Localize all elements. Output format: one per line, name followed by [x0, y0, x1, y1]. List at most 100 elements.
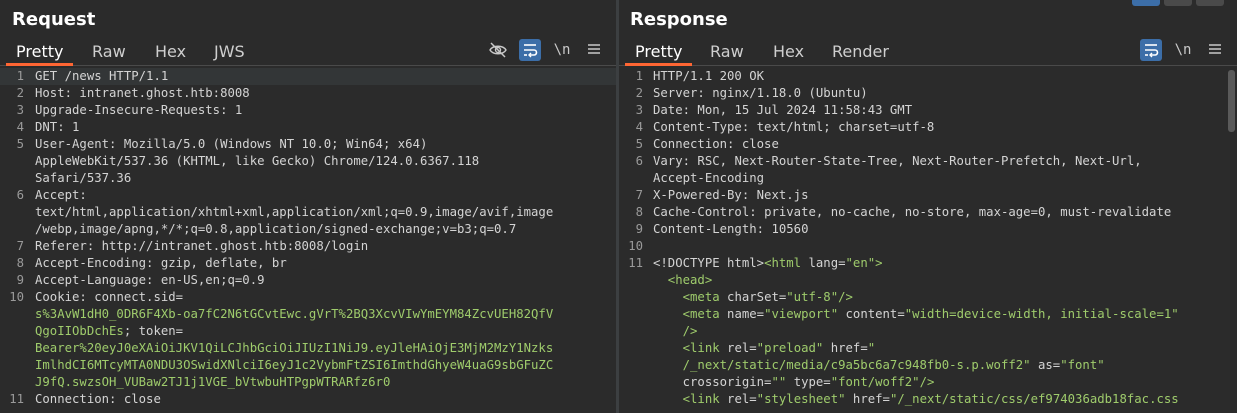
- code-line: 5 User-Agent: Mozilla/5.0 (Windows NT 10.…: [0, 136, 616, 153]
- tab-jws[interactable]: JWS: [214, 42, 245, 61]
- code-token: s%3AvW1dH0_0DR6F4Xb-oa7fC2N6tGCvtEwc.gVr…: [35, 307, 554, 321]
- code-token: text/html,application/xhtml+xml,applicat…: [35, 205, 554, 219]
- code-line: />: [619, 323, 1237, 340]
- line-text: <meta name="viewport" content="width=dev…: [653, 306, 1179, 323]
- request-editor[interactable]: 1 GET /news HTTP/1.1 2 Host: intranet.ghost…: [0, 68, 616, 413]
- code-line: 6 Accept:: [0, 187, 616, 204]
- code-token: Connection:: [653, 137, 742, 151]
- code-token: <meta: [653, 307, 728, 321]
- line-number: 1: [16, 69, 24, 83]
- code-token: private, no-cache, no-store, max-age=0, …: [764, 205, 1172, 219]
- tab-raw[interactable]: Raw: [92, 42, 126, 61]
- code-token: Cache-Control:: [653, 205, 765, 219]
- code-line: 2 Server: nginx/1.18.0 (Ubuntu): [619, 85, 1237, 102]
- eye-slash-icon[interactable]: [487, 39, 509, 61]
- line-number: 11: [9, 392, 24, 406]
- line-text: Accept-Encoding: [653, 170, 764, 187]
- line-text: <link rel="stylesheet" href="/_next/stat…: [653, 391, 1179, 408]
- layout-single-button[interactable]: [1196, 0, 1224, 6]
- code-token: Vary:: [653, 154, 698, 168]
- code-line: <head>: [619, 272, 1237, 289]
- code-line: 9 Content-Length: 10560: [619, 221, 1237, 238]
- response-pane: Response Pretty Raw Hex Render \n 1 HTTP/…: [619, 0, 1237, 413]
- menu-icon[interactable]: [583, 39, 605, 61]
- code-token: text/html; charset=utf-8: [756, 120, 935, 134]
- code-token: Next.js: [756, 188, 809, 202]
- code-token: type=: [793, 375, 831, 389]
- line-number: 2: [635, 86, 643, 100]
- response-editor[interactable]: 1 HTTP/1.1 200 OK 2 Server: nginx/1.18.0 (U…: [619, 68, 1237, 413]
- request-tabs: Pretty Raw Hex JWS \n: [0, 39, 616, 66]
- code-token: />: [838, 290, 853, 304]
- code-line: 10 Cookie: connect.sid=: [0, 289, 616, 306]
- code-token: "font": [1060, 358, 1105, 372]
- line-text: QgoIIObDchEs; token=: [35, 323, 183, 340]
- active-tab-indicator: [625, 63, 692, 66]
- code-line: 2 Host: intranet.ghost.htb:8008: [0, 85, 616, 102]
- newline-toggle[interactable]: \n: [551, 39, 573, 61]
- code-token: Accept-Encoding: [653, 171, 765, 185]
- newline-toggle[interactable]: \n: [1172, 39, 1194, 61]
- code-token: "en": [845, 256, 876, 270]
- code-line: QgoIIObDchEs; token=: [0, 323, 616, 340]
- line-text: Accept:: [35, 187, 87, 204]
- code-token: Accept:: [35, 188, 87, 202]
- line-number: 3: [635, 103, 643, 117]
- code-line: 10: [619, 238, 1237, 255]
- line-text: AppleWebKit/537.36 (KHTML, like Gecko) C…: [35, 153, 479, 170]
- tab-hex[interactable]: Hex: [155, 42, 186, 61]
- code-token: Host:: [35, 86, 80, 100]
- code-token: Content-Type:: [653, 120, 757, 134]
- code-line: 11 <!DOCTYPE html><html lang="en">: [619, 255, 1237, 272]
- line-number: 10: [628, 239, 643, 253]
- code-token: Mozilla/5.0 (Windows NT 10.0; Win64; x64…: [123, 137, 428, 151]
- code-token: User-Agent:: [35, 137, 124, 151]
- tab-raw[interactable]: Raw: [710, 42, 744, 61]
- code-token: charSet=: [727, 290, 787, 304]
- code-line: Safari/537.36: [0, 170, 616, 187]
- line-text: DNT: 1: [35, 119, 79, 136]
- tab-render[interactable]: Render: [832, 42, 889, 61]
- layout-split-button[interactable]: [1132, 0, 1160, 6]
- code-token: Server:: [653, 86, 713, 100]
- layout-horizontal-button[interactable]: [1164, 0, 1192, 6]
- line-number: 4: [16, 120, 24, 134]
- code-token: "utf-8": [786, 290, 839, 304]
- line-text: Date: Mon, 15 Jul 2024 11:58:43 GMT: [653, 102, 912, 119]
- code-token: content=: [845, 307, 905, 321]
- line-number: 6: [635, 154, 643, 168]
- line-number: 8: [16, 256, 24, 270]
- tab-hex[interactable]: Hex: [773, 42, 804, 61]
- wrap-icon[interactable]: [1140, 39, 1162, 61]
- tab-pretty[interactable]: Pretty: [635, 42, 682, 61]
- code-line: 8 Accept-Encoding: gzip, deflate, br: [0, 255, 616, 272]
- line-text: Bearer%20eyJ0eXAiOiJKV1QiLCJhbGciOiJIUzI…: [35, 340, 553, 357]
- menu-icon[interactable]: [1204, 39, 1226, 61]
- line-number: 3: [16, 103, 24, 117]
- code-token: AppleWebKit/537.36 (KHTML, like Gecko) C…: [35, 154, 480, 168]
- line-text: J9fQ.swzsOH_VUBaw2TJ1j1VGE_bVtwbuHTPgpWT…: [35, 374, 390, 391]
- line-text: /webp,image/apng,*/*;q=0.8,application/s…: [35, 221, 516, 238]
- line-text: User-Agent: Mozilla/5.0 (Windows NT 10.0…: [35, 136, 427, 153]
- line-text: Accept-Language: en-US,en;q=0.9: [35, 272, 265, 289]
- line-text: Server: nginx/1.18.0 (Ubuntu): [653, 85, 868, 102]
- response-title: Response: [630, 9, 728, 30]
- code-line: 3 Upgrade-Insecure-Requests: 1: [0, 102, 616, 119]
- line-number: 7: [635, 188, 643, 202]
- code-token: Accept-Language:: [35, 273, 161, 287]
- code-token: "font/woff2": [830, 375, 920, 389]
- code-line: Accept-Encoding: [619, 170, 1237, 187]
- line-text: Content-Type: text/html; charset=utf-8: [653, 119, 934, 136]
- code-token: "width=device-width, initial-scale=1": [904, 307, 1179, 321]
- wrap-icon[interactable]: [519, 39, 541, 61]
- tab-pretty[interactable]: Pretty: [16, 42, 63, 61]
- line-text: Referer: http://intranet.ghost.htb:8008/…: [35, 238, 368, 255]
- code-token: <link: [653, 392, 728, 406]
- code-token: close: [123, 392, 161, 406]
- code-token: Referer:: [35, 239, 102, 253]
- code-token: <head>: [653, 273, 713, 287]
- code-token: <meta: [653, 290, 728, 304]
- code-line: s%3AvW1dH0_0DR6F4Xb-oa7fC2N6tGCvtEwc.gVr…: [0, 306, 616, 323]
- code-token: <link: [653, 341, 728, 355]
- vertical-scrollbar[interactable]: [1228, 70, 1235, 132]
